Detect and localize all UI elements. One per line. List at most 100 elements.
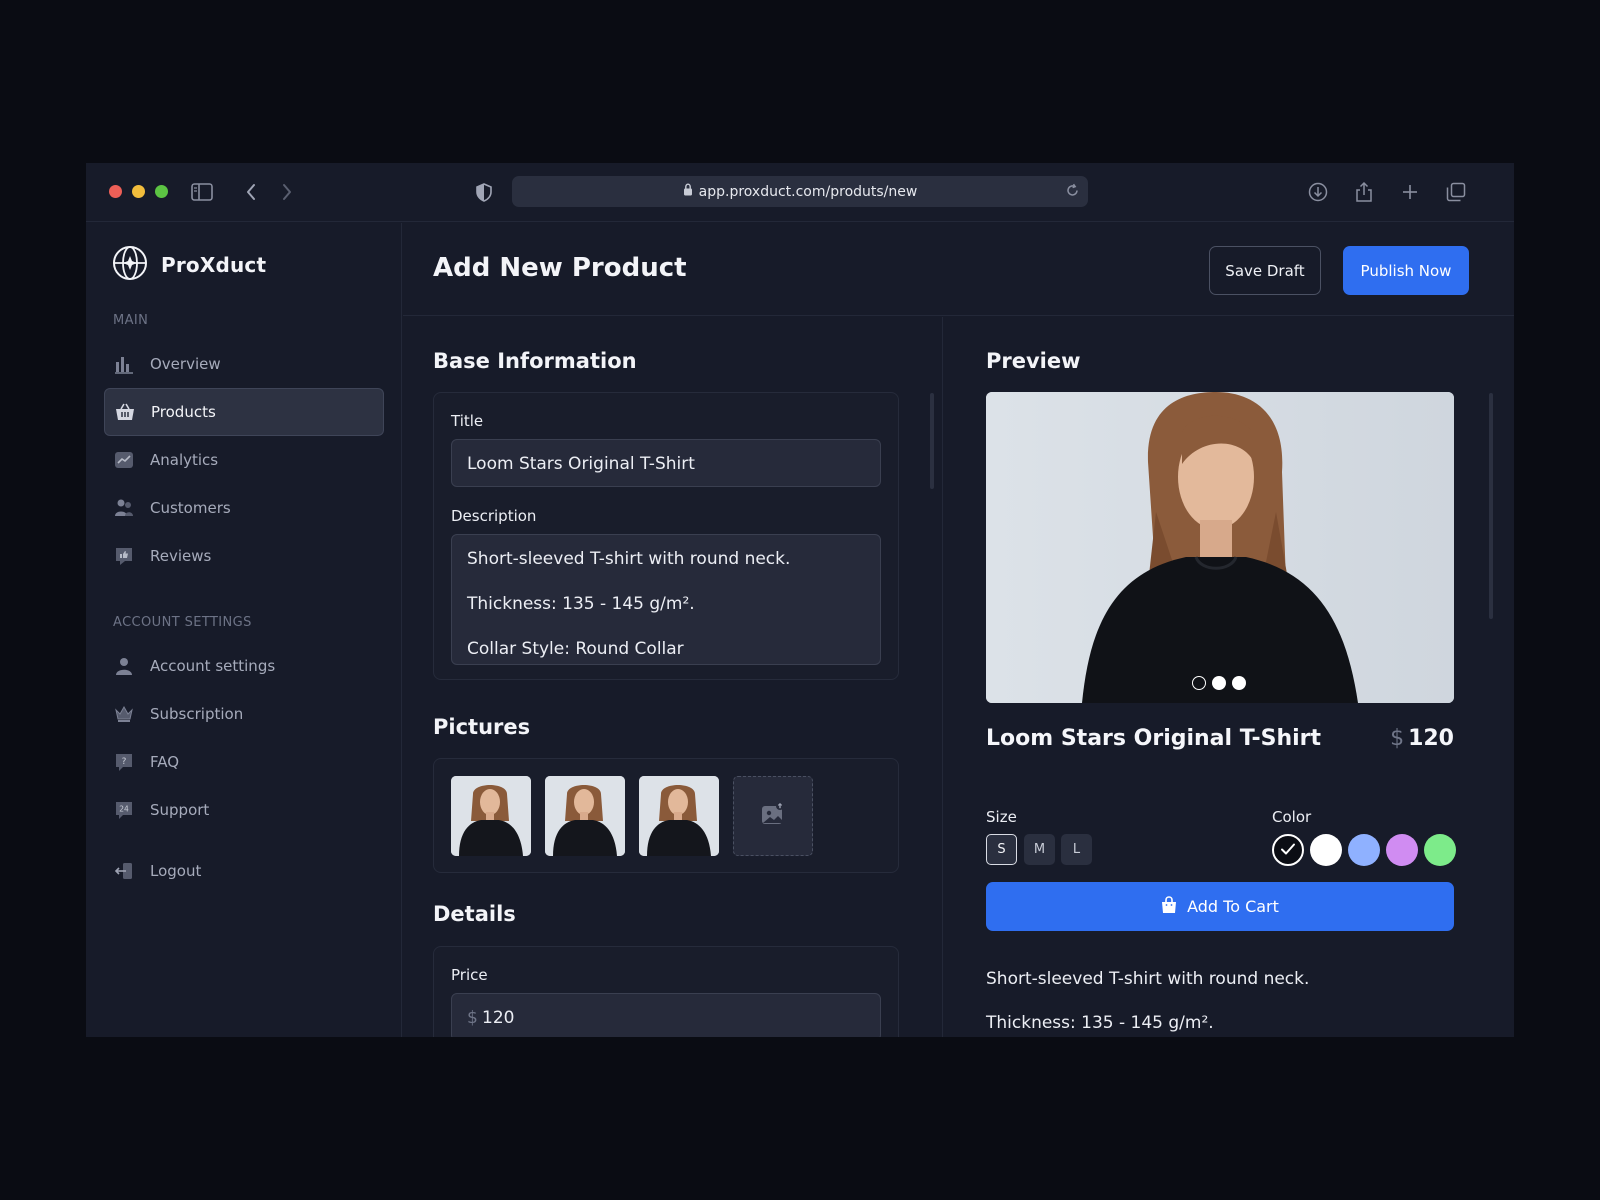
sidebar-item-label: FAQ (150, 753, 180, 771)
browser-window: app.proxduct.com/produts/new ProXduct MA… (86, 163, 1514, 1037)
shopping-bag-icon (1161, 895, 1177, 918)
size-option-m[interactable]: M (1024, 834, 1055, 865)
preview-product-name: Loom Stars Original T-Shirt (986, 726, 1322, 751)
brand-name: ProXduct (161, 253, 267, 277)
price-input-value: 120 (482, 1008, 515, 1028)
crown-icon (114, 704, 134, 724)
save-draft-button[interactable]: Save Draft (1209, 246, 1321, 295)
size-option-s[interactable]: S (986, 834, 1017, 865)
sidebar-item-overview[interactable]: Overview (104, 340, 384, 388)
new-tab-icon[interactable] (1396, 178, 1424, 206)
description-line: Collar Style: Round Collar (467, 639, 684, 659)
person-icon (114, 656, 134, 676)
reload-icon[interactable] (1065, 183, 1080, 202)
logout-label: Logout (150, 862, 202, 880)
price-currency: $ (467, 1008, 478, 1028)
page-header: Add New Product Save Draft Publish Now (403, 223, 1514, 316)
description-label: Description (451, 507, 537, 525)
logout-button[interactable]: Logout (104, 847, 384, 895)
logout-icon (114, 861, 134, 881)
forward-icon[interactable] (273, 178, 301, 206)
publish-now-button[interactable]: Publish Now (1343, 246, 1469, 295)
preview-description-line: Short-sleeved T-shirt with round neck. (986, 969, 1310, 989)
sidebar-item-label: Subscription (150, 705, 244, 723)
brand[interactable]: ProXduct (112, 245, 266, 285)
add-to-cart-button[interactable]: Add To Cart (986, 882, 1454, 931)
address-bar[interactable]: app.proxduct.com/produts/new (512, 176, 1088, 207)
size-label: Size (986, 808, 1017, 826)
carousel-dot[interactable] (1192, 676, 1206, 690)
carousel-dot[interactable] (1212, 676, 1226, 690)
color-swatch-purple[interactable] (1386, 834, 1418, 866)
product-image[interactable] (986, 392, 1454, 703)
form-scrollbar[interactable] (930, 393, 934, 489)
sidebar-item-reviews[interactable]: Reviews (104, 532, 384, 580)
back-icon[interactable] (237, 178, 265, 206)
trend-icon (114, 450, 134, 470)
tabs-overview-icon[interactable] (1442, 178, 1470, 206)
users-icon (114, 498, 134, 518)
pictures-card (433, 758, 899, 873)
details-card: Price $ 120 (433, 946, 899, 1037)
thumbs-up-icon (114, 546, 134, 566)
download-icon[interactable] (1304, 178, 1332, 206)
color-swatch-white[interactable] (1310, 834, 1342, 866)
picture-thumbnail[interactable] (639, 776, 719, 856)
base-information-title: Base Information (433, 349, 637, 373)
basket-icon (115, 402, 135, 422)
maximize-window-button[interactable] (155, 185, 168, 198)
pictures-title: Pictures (433, 715, 531, 739)
url-text: app.proxduct.com/produts/new (698, 183, 918, 200)
sidebar-item-subscription[interactable]: Subscription (104, 690, 384, 738)
title-label: Title (451, 412, 484, 430)
size-option-l[interactable]: L (1061, 834, 1092, 865)
sidebar-item-label: Customers (150, 499, 231, 517)
sidebar-item-label: Support (150, 801, 210, 819)
price-label: Price (451, 966, 488, 984)
preview-scrollbar[interactable] (1489, 393, 1493, 619)
sidebar-toggle-icon[interactable] (188, 178, 216, 206)
color-swatch-green[interactable] (1424, 834, 1456, 866)
sidebar-item-support[interactable]: 24 Support (104, 786, 384, 834)
section-label-account: ACCOUNT SETTINGS (113, 615, 252, 630)
sidebar-item-account-settings[interactable]: Account settings (104, 642, 384, 690)
bar-chart-icon (114, 354, 134, 374)
preview-description-line: Thickness: 135 - 145 g/m². (986, 1013, 1214, 1033)
browser-toolbar: app.proxduct.com/produts/new (86, 163, 1514, 222)
description-line: Short-sleeved T-shirt with round neck. (467, 549, 791, 569)
picture-thumbnail[interactable] (451, 776, 531, 856)
add-picture-button[interactable] (733, 776, 813, 856)
preview-price: $120 (1390, 726, 1454, 751)
close-window-button[interactable] (109, 185, 122, 198)
picture-thumbnail[interactable] (545, 776, 625, 856)
sidebar-item-label: Account settings (150, 657, 276, 675)
price-input[interactable]: $ 120 (451, 993, 881, 1037)
preview-currency: $ (1390, 726, 1405, 751)
title-input-value: Loom Stars Original T-Shirt (467, 454, 695, 474)
sidebar-item-label: Analytics (150, 451, 219, 469)
page-title: Add New Product (433, 253, 687, 283)
title-input[interactable]: Loom Stars Original T-Shirt (451, 439, 881, 487)
checkmark-icon (1280, 841, 1296, 860)
svg-text:24: 24 (119, 805, 129, 814)
sidebar-item-faq[interactable]: ? FAQ (104, 738, 384, 786)
preview-title: Preview (986, 349, 1081, 373)
sidebar-item-products[interactable]: Products (104, 388, 384, 436)
minimize-window-button[interactable] (132, 185, 145, 198)
carousel-dot[interactable] (1232, 676, 1246, 690)
support-24-icon: 24 (114, 800, 134, 820)
product-preview: Preview Loom Stars Original T-Shirt $ 12… (944, 317, 1514, 1037)
description-textarea[interactable]: Short-sleeved T-shirt with round neck. T… (451, 534, 881, 665)
color-swatch-blue[interactable] (1348, 834, 1380, 866)
product-form: Base Information Title Loom Stars Origin… (403, 317, 943, 1037)
share-icon[interactable] (1350, 178, 1378, 206)
color-swatch-black[interactable] (1272, 834, 1304, 866)
svg-text:?: ? (122, 757, 127, 767)
sidebar-item-analytics[interactable]: Analytics (104, 436, 384, 484)
sidebar-item-customers[interactable]: Customers (104, 484, 384, 532)
description-line: Thickness: 135 - 145 g/m². (467, 594, 695, 614)
preview-price-value: 120 (1408, 726, 1454, 751)
section-label-main: MAIN (113, 313, 149, 328)
sidebar-item-label: Overview (150, 355, 221, 373)
privacy-shield-icon[interactable] (470, 178, 498, 206)
